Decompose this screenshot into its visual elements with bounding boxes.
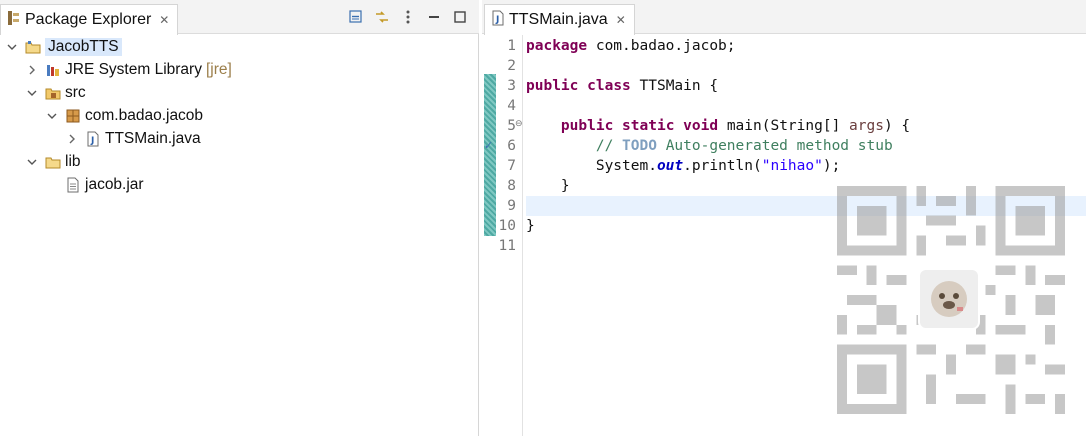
- close-icon[interactable]: ✕: [159, 13, 169, 27]
- line-number: 8: [507, 178, 516, 194]
- chevron-down-icon[interactable]: [26, 87, 38, 99]
- line-number: 6: [507, 138, 516, 154]
- editor-tab-bar: J TTSMain.java ✕: [482, 0, 1086, 35]
- jar-file-icon: [65, 177, 81, 193]
- line-number: 10: [498, 218, 516, 234]
- comment: Auto-generated method stub: [656, 138, 893, 154]
- keyword: public: [526, 78, 579, 94]
- tab-ttsmain-java[interactable]: J TTSMain.java ✕: [484, 4, 635, 35]
- source-folder-icon: [45, 85, 61, 101]
- code-line: System.out.println("nihao");: [526, 156, 1086, 176]
- comment: //: [595, 138, 623, 154]
- java-file-icon: J: [85, 131, 101, 147]
- line-number-ruler: 1 2 3 4 5 6 7 8 9 10 11: [496, 36, 516, 256]
- line-number: 5: [507, 118, 516, 134]
- tab-ttsmain-java-label: TTSMain.java: [509, 11, 608, 28]
- avatar: [918, 268, 980, 330]
- tree-item-label: lib: [65, 152, 81, 170]
- svg-text:J: J: [495, 15, 499, 25]
- tree-item-package[interactable]: com.badao.jacob: [0, 104, 478, 127]
- folder-icon: [45, 154, 61, 170]
- code-text: TTSMain {: [630, 78, 719, 94]
- tree-item-label: JacobTTS: [45, 37, 122, 56]
- tree-item-lib[interactable]: lib: [0, 150, 478, 173]
- code-text: System.: [595, 158, 657, 174]
- chevron-right-icon[interactable]: [66, 133, 78, 145]
- project-icon: [25, 39, 41, 55]
- keyword: void: [683, 118, 719, 134]
- tree-item-label: src: [65, 83, 86, 101]
- svg-text:J: J: [90, 136, 94, 146]
- library-icon: [45, 62, 61, 78]
- package-icon: [65, 108, 81, 124]
- tree-item-jacobtts[interactable]: JacobTTS: [0, 35, 478, 58]
- task-marker-icon: ✓: [484, 140, 494, 152]
- tree-item-label: com.badao.jacob: [85, 106, 204, 124]
- todo-tag: TODO: [622, 138, 657, 154]
- tab-package-explorer[interactable]: Package Explorer ✕: [0, 4, 179, 35]
- chevron-down-icon[interactable]: [26, 156, 38, 168]
- chevron-right-icon[interactable]: [26, 64, 38, 76]
- keyword: public: [560, 118, 614, 134]
- line-number: 2: [507, 58, 516, 74]
- static-field: out: [656, 158, 684, 174]
- change-ruler: [484, 74, 496, 236]
- code-text: ) {: [883, 118, 911, 134]
- line-number: 7: [507, 158, 516, 174]
- fold-collapse-icon[interactable]: ⊖: [515, 118, 523, 129]
- code-line: // TODO Auto-generated method stub: [526, 136, 1086, 156]
- explorer-tab-bar: Package Explorer ✕: [0, 0, 479, 35]
- code-line: package com.badao.jacob;: [526, 36, 1086, 56]
- keyword: class: [587, 78, 631, 94]
- keyword: static: [622, 118, 675, 134]
- code-line: public class TTSMain {: [526, 76, 1086, 96]
- tree-item-ttsmain-java[interactable]: J TTSMain.java: [0, 127, 478, 150]
- tree-item-decoration: [jre]: [205, 60, 232, 78]
- code-text: main(String[]: [718, 118, 850, 134]
- package-explorer-view: Package Explorer ✕ JacobTTS JRE System L…: [0, 0, 479, 436]
- line-number: 1: [507, 38, 516, 54]
- collapse-all-icon[interactable]: [347, 8, 365, 26]
- keyword: package: [526, 38, 588, 54]
- link-with-editor-icon[interactable]: [373, 8, 391, 26]
- tree-item-jacob-jar[interactable]: jacob.jar: [0, 173, 478, 196]
- minimize-icon[interactable]: [425, 8, 443, 26]
- line-number: 4: [507, 98, 516, 114]
- view-menu-icon[interactable]: [399, 8, 417, 26]
- tree-item-jre-system-library[interactable]: JRE System Library [jre]: [0, 58, 478, 81]
- close-icon[interactable]: ✕: [616, 13, 626, 27]
- line-number: 9: [507, 198, 516, 214]
- project-tree: JacobTTS JRE System Library [jre] src co…: [0, 35, 478, 196]
- code-text: com.badao.jacob;: [587, 38, 736, 54]
- line-number: 3: [507, 78, 516, 94]
- code-line: public static void main(String[] args) {: [526, 116, 1086, 136]
- code-text: .println(: [683, 158, 762, 174]
- tree-item-label: TTSMain.java: [105, 129, 201, 147]
- tree-item-src[interactable]: src: [0, 81, 478, 104]
- tab-package-explorer-label: Package Explorer: [25, 11, 152, 28]
- package-explorer-icon: [7, 10, 21, 30]
- explorer-toolbar: [347, 8, 469, 26]
- java-file-icon: J: [491, 10, 505, 30]
- chevron-down-icon[interactable]: [6, 41, 18, 53]
- tree-item-label: jacob.jar: [85, 175, 144, 193]
- chevron-down-icon[interactable]: [46, 110, 58, 122]
- tree-item-label: JRE System Library: [65, 60, 202, 78]
- parameter: args: [849, 118, 884, 134]
- line-number: 11: [498, 238, 516, 254]
- ruler-divider: [522, 35, 523, 436]
- maximize-icon[interactable]: [451, 8, 469, 26]
- code-text: );: [822, 158, 841, 174]
- string-literal: "nihao": [761, 158, 823, 174]
